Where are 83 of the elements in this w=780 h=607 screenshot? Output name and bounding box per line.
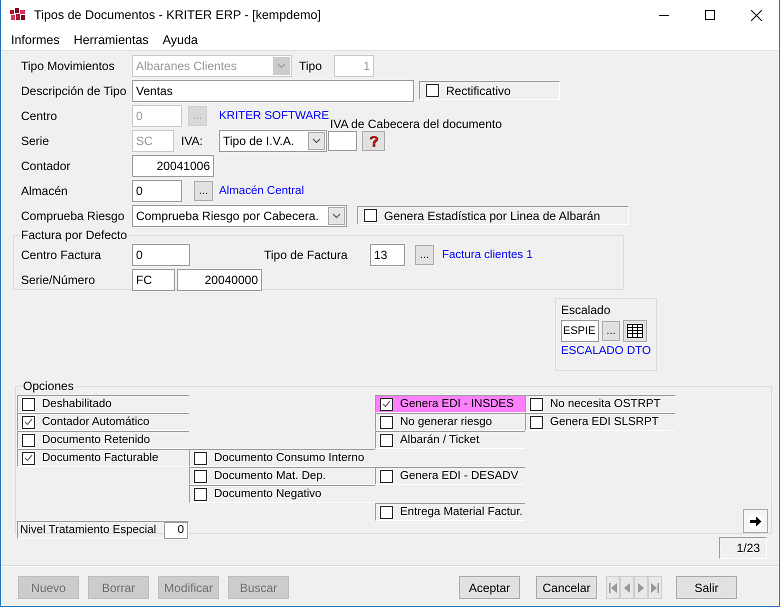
- input-field[interactable]: 0: [132, 244, 190, 266]
- checkmark-icon: [24, 454, 33, 462]
- browse-button[interactable]: ...: [194, 180, 213, 200]
- exit-button[interactable]: Salir: [676, 576, 737, 599]
- input-field[interactable]: 20041006: [132, 154, 214, 176]
- field-label: IVA de Cabecera del documento: [330, 117, 502, 131]
- minimize-icon: [659, 14, 669, 16]
- arrow-right-icon: [747, 512, 764, 530]
- field-label: Centro Factura: [21, 248, 102, 262]
- input-field[interactable]: 20040000: [177, 268, 262, 290]
- input-field[interactable]: FC: [132, 268, 175, 290]
- checkbox[interactable]: No generar riesgo: [375, 413, 525, 431]
- field-label: Escalado: [561, 303, 612, 317]
- description-link[interactable]: Almacén Central: [219, 184, 304, 196]
- checkbox[interactable]: No necesita OSTRPT: [525, 395, 675, 413]
- group-title: Opciones: [22, 379, 75, 393]
- last-record-button[interactable]: [648, 576, 662, 599]
- checkbox[interactable]: Documento Facturable: [17, 449, 189, 467]
- chevron-down-icon: [312, 138, 321, 144]
- last-icon: [651, 582, 659, 592]
- field-label: Nivel Tratamiento Especial: [19, 524, 158, 536]
- field-label: Descripción de Tipo: [21, 84, 128, 98]
- app-icon: [10, 8, 26, 22]
- input-field[interactable]: 0: [164, 522, 188, 538]
- checkbox[interactable]: Rectificativo: [419, 81, 560, 100]
- field-label: Tipo: [299, 58, 323, 72]
- field-label: Serie: [21, 134, 50, 148]
- description-link[interactable]: ESCALADO DTO: [561, 345, 651, 357]
- field-label: Centro: [21, 108, 58, 122]
- window-title: Tipos de Documentos - KRITER ERP - [kempdemo]: [34, 8, 322, 22]
- dialog-button[interactable]: Aceptar: [459, 576, 520, 599]
- input-field[interactable]: 0: [132, 180, 182, 202]
- help-icon: [366, 134, 380, 148]
- input-field[interactable]: ESPIE: [561, 320, 599, 342]
- field-label: IVA:: [181, 134, 204, 148]
- first-record-button[interactable]: [606, 576, 620, 599]
- dropdown[interactable]: Comprueba Riesgo por Cabecera.: [132, 204, 347, 226]
- field-label: Almacén: [21, 184, 69, 198]
- checkbox[interactable]: Genera Estadística por Linea de Albarán: [357, 206, 629, 225]
- checkbox[interactable]: Documento Mat. Dep.: [189, 467, 375, 485]
- previous-icon: [624, 582, 630, 592]
- checkbox[interactable]: Entrega Material Factur.: [375, 503, 525, 521]
- dropdown[interactable]: Tipo de I.V.A.: [219, 130, 327, 152]
- description-link[interactable]: Factura clientes 1: [442, 248, 533, 260]
- checkbox[interactable]: Deshabilitado: [17, 395, 189, 413]
- input-field[interactable]: Ventas: [132, 80, 414, 102]
- chevron-down-icon: [277, 62, 286, 68]
- field-label: Tipo Movimientos: [21, 58, 116, 72]
- help-button[interactable]: [362, 131, 385, 151]
- browse-button[interactable]: ...: [415, 244, 434, 264]
- menu-item[interactable]: Informes: [4, 33, 67, 47]
- input-field[interactable]: [328, 131, 357, 151]
- checkbox[interactable]: Documento Retenido: [17, 431, 189, 449]
- record-counter: 1/23: [719, 537, 767, 559]
- browse-button[interactable]: ...: [602, 321, 620, 341]
- dialog-button[interactable]: Cancelar: [536, 576, 597, 599]
- checkbox[interactable]: Documento Consumo Interno: [189, 449, 375, 467]
- next-record-button[interactable]: [634, 576, 648, 599]
- table-button[interactable]: [623, 320, 647, 342]
- menu-item[interactable]: Ayuda: [156, 33, 205, 47]
- checkmark-icon: [24, 418, 33, 426]
- group-title: Factura por Defecto: [20, 228, 128, 242]
- first-icon: [609, 582, 617, 592]
- checkbox[interactable]: Contador Automático: [17, 413, 189, 431]
- input-field[interactable]: 13: [370, 244, 405, 266]
- next-button[interactable]: [743, 509, 768, 533]
- field-label: Comprueba Riesgo: [21, 208, 126, 222]
- table-icon: [627, 324, 643, 338]
- checkbox[interactable]: Genera EDI SLSRPT: [525, 413, 675, 431]
- field-label: Contador: [21, 158, 72, 172]
- checkbox[interactable]: Genera EDI - DESADV: [375, 467, 525, 485]
- checkbox[interactable]: Genera EDI - INSDES: [375, 395, 525, 413]
- checkbox[interactable]: Albarán / Ticket: [375, 431, 525, 449]
- maximize-icon: [705, 10, 715, 20]
- checkbox[interactable]: Documento Negativo: [189, 485, 375, 503]
- chevron-down-icon: [332, 212, 341, 218]
- checkmark-icon: [382, 400, 391, 408]
- previous-record-button[interactable]: [620, 576, 634, 599]
- menu-item[interactable]: Herramientas: [66, 33, 156, 47]
- close-icon: [750, 10, 762, 20]
- field-label: Serie/Número: [21, 272, 96, 286]
- field-label: Tipo de Factura: [264, 248, 349, 262]
- next-icon: [638, 582, 644, 592]
